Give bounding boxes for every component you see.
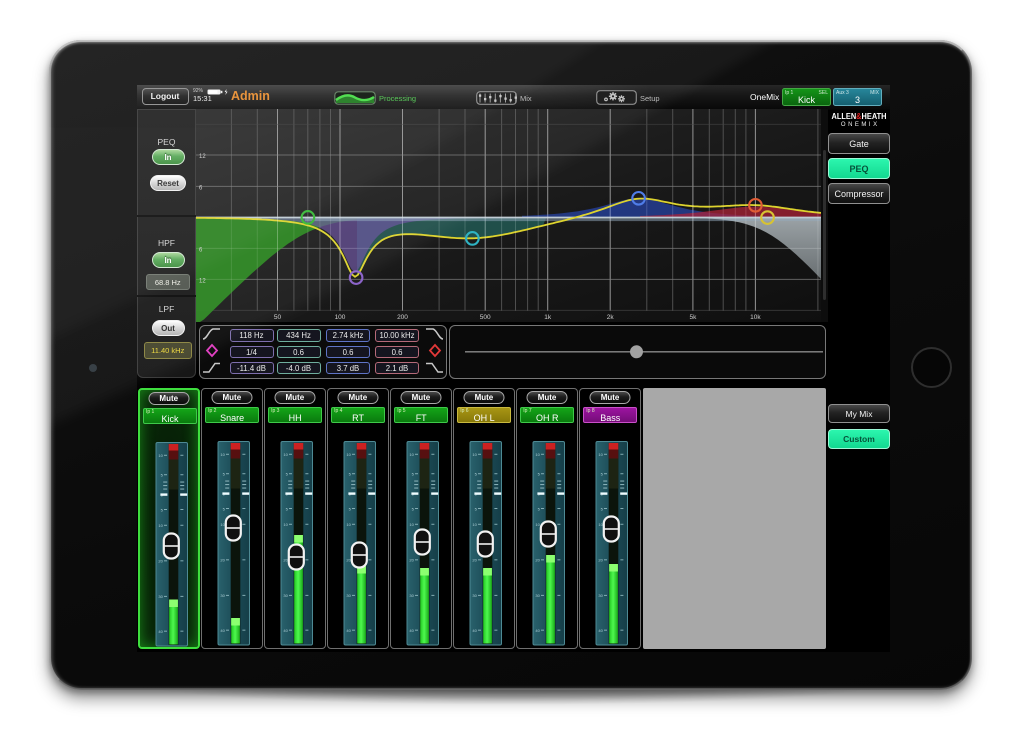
svg-text:20: 20 bbox=[473, 558, 478, 563]
svg-text:20: 20 bbox=[220, 558, 225, 563]
svg-text:10: 10 bbox=[346, 522, 351, 527]
svg-text:200: 200 bbox=[397, 314, 408, 321]
svg-text:10: 10 bbox=[283, 452, 288, 457]
svg-text:10: 10 bbox=[410, 452, 415, 457]
svg-text:30: 30 bbox=[410, 593, 415, 598]
svg-text:10: 10 bbox=[158, 453, 163, 458]
svg-text:12: 12 bbox=[199, 154, 206, 160]
svg-text:20: 20 bbox=[599, 558, 604, 563]
svg-text:10: 10 bbox=[220, 452, 225, 457]
svg-text:40: 40 bbox=[283, 628, 288, 633]
svg-text:40: 40 bbox=[410, 628, 415, 633]
svg-text:40: 40 bbox=[536, 628, 541, 633]
svg-text:10: 10 bbox=[599, 452, 604, 457]
svg-text:40: 40 bbox=[599, 628, 604, 633]
svg-text:500: 500 bbox=[480, 314, 491, 321]
svg-text:40: 40 bbox=[346, 628, 351, 633]
svg-text:30: 30 bbox=[158, 594, 163, 599]
svg-text:10: 10 bbox=[473, 522, 478, 527]
svg-text:30: 30 bbox=[536, 593, 541, 598]
svg-text:40: 40 bbox=[220, 628, 225, 633]
svg-text:20: 20 bbox=[158, 559, 163, 564]
svg-text:10: 10 bbox=[536, 522, 541, 527]
svg-text:10: 10 bbox=[283, 522, 288, 527]
svg-text:10: 10 bbox=[473, 452, 478, 457]
svg-text:2k: 2k bbox=[607, 314, 615, 321]
svg-text:10: 10 bbox=[158, 523, 163, 528]
svg-text:100: 100 bbox=[335, 314, 346, 321]
svg-text:12: 12 bbox=[199, 278, 206, 284]
svg-text:30: 30 bbox=[283, 593, 288, 598]
svg-text:30: 30 bbox=[220, 593, 225, 598]
svg-text:30: 30 bbox=[473, 593, 478, 598]
svg-text:10: 10 bbox=[346, 452, 351, 457]
svg-text:20: 20 bbox=[410, 558, 415, 563]
svg-text:1k: 1k bbox=[544, 314, 552, 321]
svg-text:10: 10 bbox=[536, 452, 541, 457]
svg-text:30: 30 bbox=[346, 593, 351, 598]
svg-text:30: 30 bbox=[599, 593, 604, 598]
svg-text:5k: 5k bbox=[689, 314, 697, 321]
svg-text:20: 20 bbox=[536, 558, 541, 563]
svg-text:40: 40 bbox=[158, 629, 163, 634]
svg-text:50: 50 bbox=[274, 314, 282, 321]
svg-text:10k: 10k bbox=[750, 314, 761, 321]
svg-text:40: 40 bbox=[473, 628, 478, 633]
svg-text:10: 10 bbox=[410, 522, 415, 527]
